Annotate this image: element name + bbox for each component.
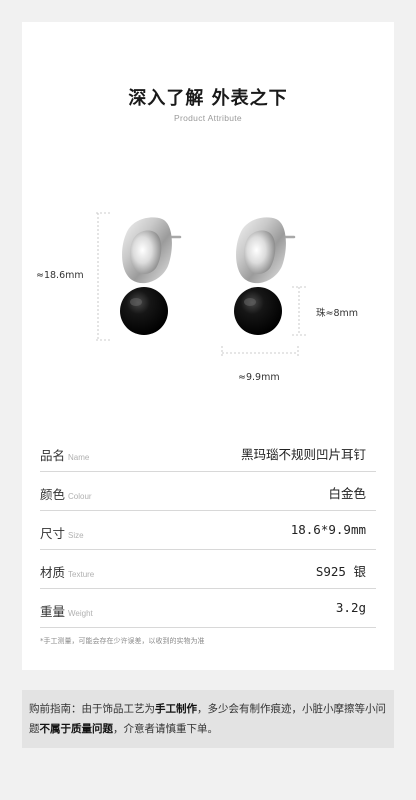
height-dimension-label: ≈18.6mm [36,270,84,281]
width-dimension-label: ≈9.9mm [238,372,280,383]
spec-value-texture: S925 银 [315,564,366,579]
spec-label-size: 尺寸 Size [40,526,84,541]
spec-row-size: 尺寸 Size 18.6*9.9mm [40,511,376,550]
height-dimension-line [96,212,112,341]
earring-right [234,217,296,335]
spec-value-weight: 3.2g [335,600,366,615]
width-dimension-line [221,346,299,356]
spec-row-name: 品名 Name 黑玛瑙不规则凹片耳钉 [40,433,376,472]
earring-illustration [96,212,306,356]
spec-row-colour: 颜色 Colour 白金色 [40,472,376,511]
bead-dimension-label: 珠≈8mm [316,308,359,319]
spec-row-texture: 材质 Texture S925 银 [40,550,376,589]
emphasis-not-quality-issue: 不属于质量问题 [39,723,114,735]
emphasis-handmade: 手工制作 [155,703,197,715]
spec-label-weight: 重量 Weight [40,604,93,619]
earring-left [120,217,182,335]
spec-value-colour: 白金色 [328,486,366,501]
product-attribute-card: 深入了解 外表之下 Product Attribute ≈18.6mm 珠≈8m… [22,22,394,670]
spec-value-name: 黑玛瑙不规则凹片耳钉 [240,447,366,462]
spec-label-name: 品名 Name [40,448,90,463]
purchase-guide-text: 购前指南：由于饰品工艺为手工制作，多少会有制作痕迹，小脏小摩擦等小问题不属于质量… [29,703,386,735]
spec-label-texture: 材质 Texture [40,565,95,580]
purchase-guide-notice: 购前指南：由于饰品工艺为手工制作，多少会有制作痕迹，小脏小摩擦等小问题不属于质量… [22,690,394,748]
bead-dimension-line [292,286,306,336]
measurement-footnote: *手工测量，可能会存在少许误差，以收到的实物为准 [40,637,205,645]
spec-label-colour: 颜色 Colour [40,487,92,502]
spec-row-weight: 重量 Weight 3.2g [40,589,376,628]
spec-value-size: 18.6*9.9mm [290,522,366,537]
